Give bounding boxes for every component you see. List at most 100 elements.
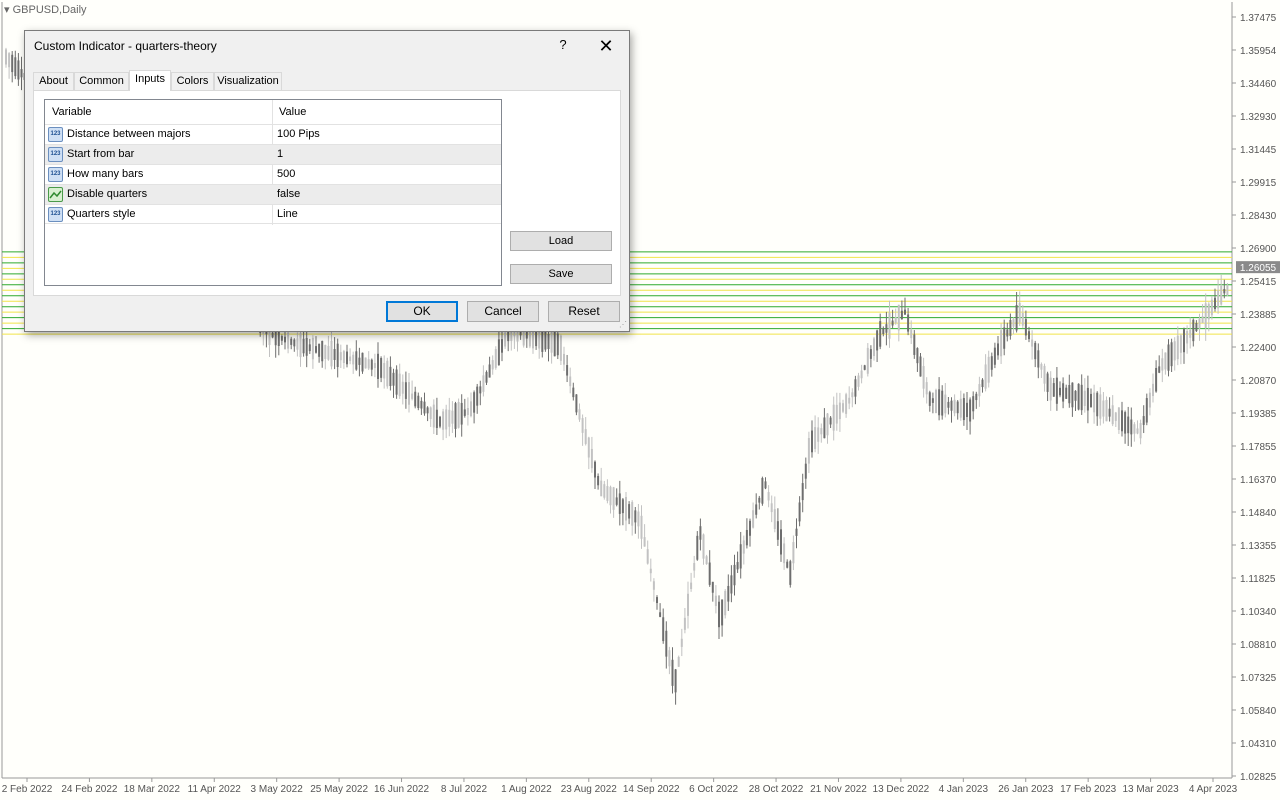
variable-value[interactable]: false: [277, 188, 300, 200]
input-row[interactable]: 123 Distance between majors 100 Pips: [45, 124, 501, 144]
candle-body: [928, 392, 931, 406]
candle-body: [280, 336, 283, 341]
candle-body: [1074, 390, 1077, 401]
candle-body: [370, 359, 373, 370]
candle-body: [770, 503, 773, 513]
tab-inputs[interactable]: Inputs: [129, 70, 171, 91]
candle-body: [1121, 410, 1123, 432]
candle-body: [1201, 316, 1204, 324]
candle-body: [1024, 319, 1027, 336]
tab-colors[interactable]: Colors: [171, 72, 214, 90]
candle-body: [804, 463, 807, 479]
price-tick-label: 1.26900: [1240, 244, 1277, 255]
candle-body: [352, 354, 355, 365]
resize-grip-icon[interactable]: ⋰: [619, 321, 627, 329]
candle-body: [1012, 319, 1015, 327]
candle-body: [637, 511, 640, 527]
price-tick-label: 1.17855: [1240, 442, 1277, 453]
candle-body: [466, 408, 469, 416]
price-tick-label: 1.19385: [1240, 409, 1277, 420]
candle-body: [727, 585, 730, 602]
candle-body: [916, 348, 919, 364]
candle-body: [330, 340, 333, 367]
candle-body: [1170, 342, 1173, 367]
candle-body: [420, 400, 423, 409]
tab-visualization[interactable]: Visualization: [214, 72, 282, 90]
symbol-label: ▾ GBPUSD,Daily: [4, 3, 87, 16]
candle-body: [699, 526, 702, 540]
input-row[interactable]: Disable quarters false: [45, 184, 501, 204]
candle-body: [358, 357, 361, 365]
candle-body: [786, 561, 789, 568]
candle-body: [1071, 382, 1074, 408]
candle-body: [910, 329, 913, 339]
dropdown-triangle-icon[interactable]: ▾: [4, 4, 10, 16]
candle-body: [550, 332, 553, 353]
candle-body: [693, 562, 696, 571]
save-button[interactable]: Save: [510, 264, 612, 284]
candle-body: [656, 597, 658, 604]
boolean-input-icon: [48, 187, 63, 202]
time-tick-label: 14 Sep 2022: [623, 784, 680, 795]
variable-value[interactable]: 100 Pips: [277, 128, 320, 140]
variable-value[interactable]: Line: [277, 208, 298, 220]
candle-body: [919, 356, 922, 377]
candle-body: [1198, 318, 1201, 329]
price-tick-label: 1.23885: [1240, 310, 1277, 321]
price-tick-label: 1.02825: [1240, 772, 1277, 783]
ok-button[interactable]: OK: [386, 301, 458, 322]
candle-body: [789, 561, 792, 585]
candle-body: [621, 499, 624, 514]
candle-body: [442, 411, 445, 430]
candle-body: [1034, 342, 1037, 360]
column-header-variable[interactable]: Variable: [52, 106, 92, 118]
reset-button[interactable]: Reset: [548, 301, 620, 322]
price-tick-label: 1.13355: [1240, 541, 1277, 552]
candle-body: [1090, 393, 1092, 407]
candle-body: [383, 363, 386, 379]
price-tick-label: 1.25415: [1240, 277, 1277, 288]
candle-body: [553, 330, 556, 357]
variable-name: How many bars: [67, 168, 144, 180]
time-tick-label: 25 May 2022: [310, 784, 368, 795]
candle-body: [1223, 288, 1226, 294]
candle-body: [1037, 350, 1040, 368]
input-row[interactable]: 123 Quarters style Line: [45, 204, 501, 224]
candle-body: [702, 534, 705, 559]
column-header-value[interactable]: Value: [279, 106, 306, 118]
candle-body: [755, 504, 758, 515]
candle-body: [315, 346, 317, 353]
tab-common[interactable]: Common: [74, 72, 129, 90]
candle-body: [411, 393, 414, 399]
candle-body: [733, 564, 736, 586]
cancel-button[interactable]: Cancel: [467, 301, 539, 322]
candle-body: [1009, 319, 1012, 336]
candle-body: [1148, 392, 1151, 408]
candle-body: [1105, 400, 1108, 422]
variable-value[interactable]: 1: [277, 148, 283, 160]
candle-body: [606, 486, 609, 501]
candle-body: [346, 351, 348, 365]
candle-body: [1028, 331, 1030, 340]
variable-name: Quarters style: [67, 208, 136, 220]
help-button[interactable]: ?: [553, 37, 573, 55]
input-row[interactable]: 123 Start from bar 1: [45, 144, 501, 164]
candle-body: [491, 360, 494, 370]
candle-body: [414, 391, 417, 407]
input-row[interactable]: 123 How many bars 500: [45, 164, 501, 184]
candle-body: [860, 370, 863, 379]
candle-body: [1139, 423, 1142, 439]
candle-body: [997, 343, 999, 356]
candle-body: [497, 339, 500, 366]
current-price-label: 1.26055: [1240, 263, 1277, 274]
candle-body: [1006, 329, 1009, 337]
candle-body: [820, 428, 823, 435]
candle-body: [807, 438, 810, 464]
load-button[interactable]: Load: [510, 231, 612, 251]
candle-body: [1158, 366, 1161, 373]
candle-body: [1164, 352, 1167, 370]
close-button[interactable]: ✕: [595, 35, 617, 57]
candle-body: [665, 630, 668, 657]
tab-about[interactable]: About: [33, 72, 74, 90]
variable-value[interactable]: 500: [277, 168, 295, 180]
